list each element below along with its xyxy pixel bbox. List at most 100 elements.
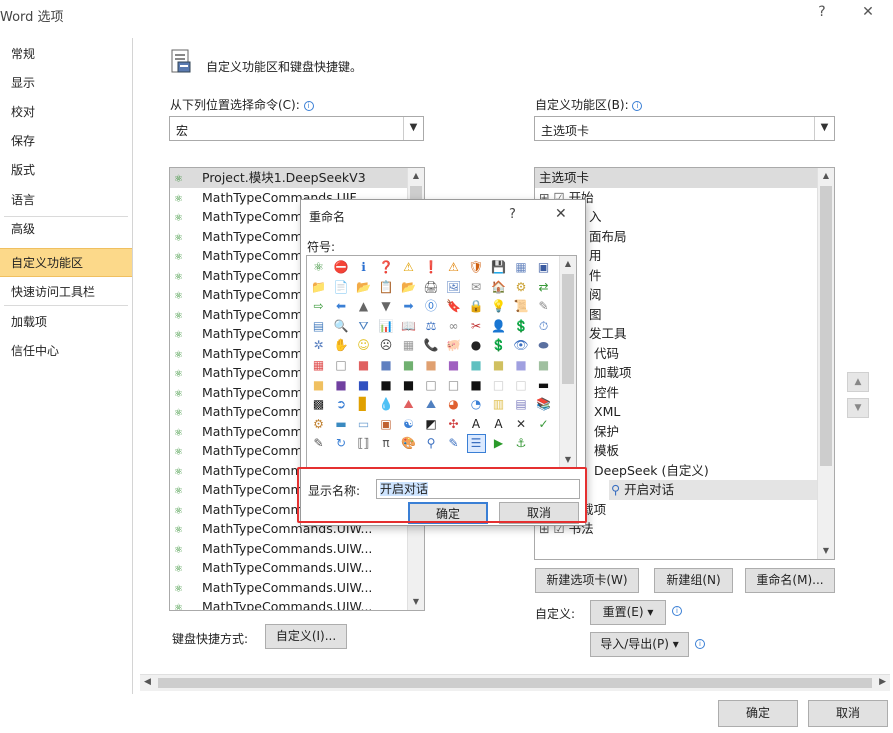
symbol-option[interactable]: ⛛ [355, 318, 372, 335]
symbol-option[interactable]: ■ [378, 357, 395, 374]
nav-item[interactable]: 校对 [0, 98, 132, 127]
symbol-option[interactable]: 📋 [378, 279, 395, 296]
command-list-item[interactable]: ⚛ MathTypeCommands.UIW... [170, 558, 424, 578]
symbol-option[interactable]: ■ [310, 377, 327, 394]
symbol-option[interactable]: ■ [333, 377, 350, 394]
symbol-option[interactable]: ▬ [333, 416, 350, 433]
nav-item[interactable]: 保存 [0, 127, 132, 156]
symbol-option[interactable]: ⏱ [535, 318, 552, 335]
symbol-option[interactable]: ▭ [355, 416, 372, 433]
nav-item[interactable]: 高级 [0, 215, 132, 244]
symbol-option[interactable]: ▣ [535, 259, 552, 276]
ribbon-tree-item[interactable]: 面布局 [589, 227, 627, 247]
rename-close-button[interactable]: ✕ [555, 206, 567, 222]
symbol-option[interactable]: □ [423, 377, 440, 394]
symbol-option[interactable]: ⚙ [310, 416, 327, 433]
symbol-option[interactable]: ▣ [378, 416, 395, 433]
scroll-down-icon[interactable]: ▼ [818, 543, 834, 559]
scroll-up-icon[interactable]: ▲ [408, 168, 424, 184]
rename-button[interactable]: 重命名(M)... [745, 568, 835, 593]
customize-shortcut-button[interactable]: 自定义(I)... [265, 624, 347, 649]
symbol-option[interactable]: ⚠ [400, 259, 417, 276]
symbol-option[interactable]: ℹ [355, 259, 372, 276]
symbol-option[interactable]: 👁 [513, 337, 530, 354]
symbol-option[interactable]: 🐖 [445, 337, 462, 354]
scroll-left-icon[interactable]: ◀ [144, 677, 151, 687]
ribbon-tree-item[interactable]: 图 [589, 305, 602, 325]
symbol-option[interactable]: ◕ [445, 396, 462, 413]
help-button[interactable]: ? [812, 4, 832, 20]
symbol-option[interactable]: 🖨 [423, 279, 440, 296]
symbol-option[interactable]: 🏠 [490, 279, 507, 296]
symbol-grid[interactable]: ⚓ ▶ ☰ ✎ ⚲ 🎨 π ⟦⟧ ↻ ✎ ✓ ✕ A A ✣ ◩ ☯ ▣ ▭ ▬ ⚙ 📚 ▤ ▥ ◔ ◕ ⛰ ⛰ 💧 ▊ ➲ ▩ ▬ □ □ ■ □ □ ■… [306, 255, 577, 469]
symbol-option[interactable]: 📚 [535, 396, 552, 413]
ribbon-tree-item[interactable]: 阅 [589, 285, 602, 305]
symbol-option[interactable]: ⛰ [400, 396, 417, 413]
symbol-option[interactable]: ⚛ [310, 259, 327, 276]
ribbon-tree-item[interactable]: DeepSeek (自定义) [594, 461, 709, 481]
nav-item[interactable]: 信任中心 [0, 337, 132, 366]
nav-item[interactable]: 加载项 [0, 308, 132, 337]
nav-item[interactable]: 版式 [0, 156, 132, 185]
symbol-option[interactable]: ⚓ [513, 435, 530, 452]
symbol-option[interactable]: ■ [535, 357, 552, 374]
chevron-down-icon[interactable]: ▼ [814, 117, 834, 140]
symbol-option[interactable]: ▊ [355, 396, 372, 413]
nav-item[interactable]: 快速访问工具栏 [0, 278, 132, 307]
scroll-up-icon[interactable]: ▲ [560, 256, 576, 272]
move-up-button[interactable]: ▲ [847, 372, 869, 392]
symbol-option[interactable]: ▦ [513, 259, 530, 276]
ribbon-tree-item[interactable]: ⚲ 开启对话 [609, 480, 819, 500]
symbol-option[interactable]: ◔ [468, 396, 485, 413]
symbol-option[interactable]: 💡 [490, 298, 507, 315]
symbol-option[interactable]: ✂ [468, 318, 485, 335]
symbol-option[interactable]: ❓ [378, 259, 395, 276]
symbol-option[interactable]: ■ [355, 357, 372, 374]
symbol-option[interactable]: 🔒 [468, 298, 485, 315]
cancel-button[interactable]: 取消 [808, 700, 888, 727]
symbol-option[interactable]: 📁 [310, 279, 327, 296]
scroll-right-icon[interactable]: ▶ [879, 677, 886, 687]
symbol-option[interactable]: ✎ [445, 435, 462, 452]
symbol-option[interactable]: □ [333, 357, 350, 374]
symbol-option[interactable]: ▼ [378, 298, 395, 315]
scroll-up-icon[interactable]: ▲ [818, 168, 834, 184]
symbol-option[interactable]: A [468, 416, 485, 433]
symbol-option[interactable]: ▤ [310, 318, 327, 335]
symbol-option[interactable]: ✎ [535, 298, 552, 315]
rename-help-button[interactable]: ? [509, 207, 516, 222]
symbol-option[interactable]: 🛡 [468, 259, 485, 276]
symbol-option[interactable]: ⬅ [333, 298, 350, 315]
symbol-option[interactable]: 🔍 [333, 318, 350, 335]
move-down-button[interactable]: ▼ [847, 398, 869, 418]
symbol-option[interactable]: ▤ [513, 396, 530, 413]
scroll-down-icon[interactable]: ▼ [560, 452, 576, 468]
symbol-option[interactable]: ■ [355, 377, 372, 394]
ok-button[interactable]: 确定 [718, 700, 798, 727]
symbol-option[interactable]: ▩ [310, 396, 327, 413]
ribbon-tree-item[interactable]: 控件 [594, 383, 619, 403]
ribbon-tree-item[interactable]: 发工具 [589, 324, 627, 344]
symbol-option[interactable]: ■ [400, 357, 417, 374]
import-export-button[interactable]: 导入/导出(P) ▾ [590, 632, 689, 657]
symbol-option[interactable]: ■ [468, 377, 485, 394]
symbol-option[interactable]: ⛔ [333, 259, 350, 276]
symbol-option[interactable]: 💾 [490, 259, 507, 276]
symbol-option[interactable]: 📂 [400, 279, 417, 296]
scroll-thumb[interactable] [562, 274, 574, 384]
scroll-thumb[interactable] [158, 678, 872, 688]
symbol-option[interactable]: ■ [400, 377, 417, 394]
symbol-option[interactable]: ∞ [445, 318, 462, 335]
symbol-option[interactable]: □ [445, 377, 462, 394]
symbol-option[interactable]: ⚙ [513, 279, 530, 296]
symbol-option[interactable]: 📖 [400, 318, 417, 335]
symbol-option[interactable]: 📞 [423, 337, 440, 354]
symbol-option[interactable]: ▦ [310, 357, 327, 374]
symbol-option[interactable]: ■ [513, 357, 530, 374]
symbol-option[interactable]: ✓ [535, 416, 552, 433]
symbol-option[interactable]: ▲ [355, 298, 372, 315]
symbol-option[interactable]: ▬ [535, 377, 552, 394]
symbol-option[interactable]: ✕ [513, 416, 530, 433]
symbol-option[interactable]: ❗ [423, 259, 440, 276]
symbol-option[interactable]: ⓪ [423, 298, 440, 315]
